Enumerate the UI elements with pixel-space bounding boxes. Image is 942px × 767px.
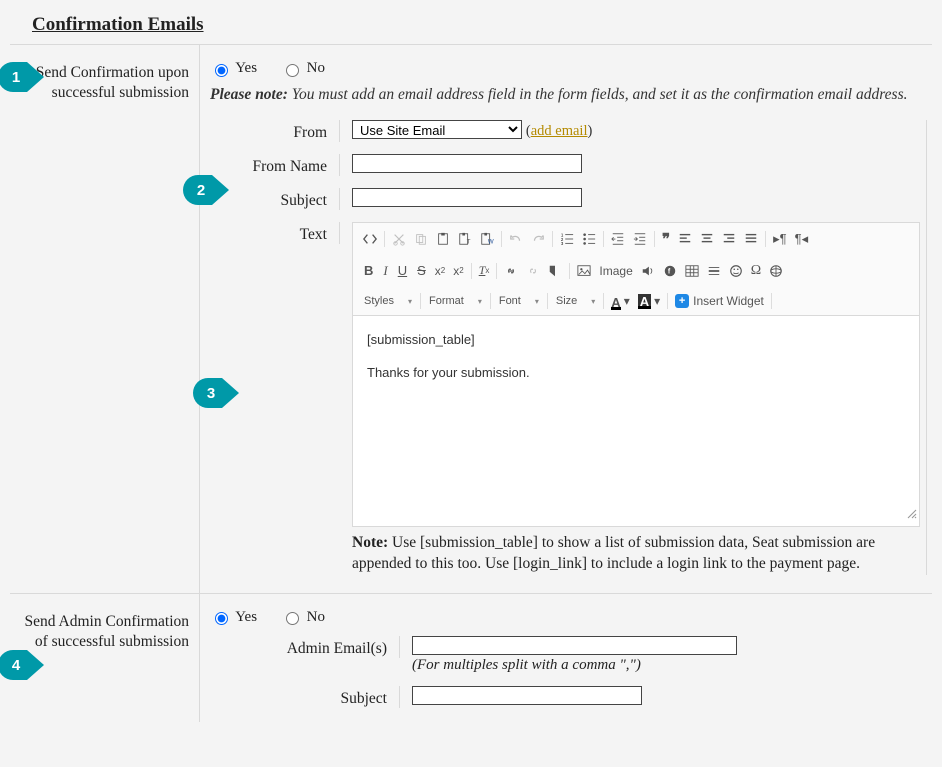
bold-icon[interactable]: B	[359, 261, 378, 280]
iframe-icon[interactable]	[765, 261, 787, 281]
image-icon[interactable]	[573, 261, 595, 281]
align-center-icon[interactable]	[696, 229, 718, 249]
format-dropdown[interactable]: Format▾	[424, 292, 487, 310]
hr-icon[interactable]	[703, 261, 725, 281]
send-conf-no-radio[interactable]	[286, 64, 299, 77]
align-justify-icon[interactable]	[740, 229, 762, 249]
callout-1: 1	[0, 62, 44, 92]
insert-widget-button[interactable]: +Insert Widget	[671, 292, 768, 310]
add-email-link[interactable]: add email	[531, 123, 588, 139]
admin-conf-no-label[interactable]: No	[281, 609, 325, 625]
remove-format-icon[interactable]: Tx	[475, 260, 494, 281]
admin-conf-yes-radio[interactable]	[215, 612, 228, 625]
admin-conf-no-radio[interactable]	[286, 612, 299, 625]
italic-icon[interactable]: I	[378, 261, 392, 281]
special-char-icon[interactable]: Ω	[747, 260, 765, 282]
section-title: Confirmation Emails	[10, 10, 932, 45]
resize-handle-icon[interactable]	[353, 506, 919, 526]
admin-subject-input[interactable]	[412, 686, 642, 705]
anchor-icon[interactable]	[544, 261, 566, 281]
subject-input[interactable]	[352, 188, 582, 207]
flash-icon[interactable]: f	[659, 261, 681, 281]
image-label[interactable]: Image	[595, 261, 636, 281]
send-conf-yes-label[interactable]: Yes	[210, 60, 257, 76]
ltr-icon[interactable]: ▸¶	[769, 228, 791, 250]
outdent-icon[interactable]	[607, 229, 629, 249]
admin-conf-yes-label[interactable]: Yes	[210, 609, 257, 625]
rich-text-editor: T W 123	[352, 222, 920, 527]
redo-icon[interactable]	[527, 229, 549, 249]
copy-icon[interactable]	[410, 229, 432, 249]
size-dropdown[interactable]: Size▾	[551, 292, 600, 310]
admin-emails-hint: (For multiples split with a comma ",")	[412, 657, 924, 674]
admin-subject-label: Subject	[210, 686, 400, 708]
admin-emails-label: Admin Email(s)	[210, 636, 400, 658]
cut-icon[interactable]	[388, 229, 410, 249]
subject-label: Subject	[210, 188, 340, 210]
rtl-icon[interactable]: ¶◂	[791, 228, 813, 250]
callout-4: 4	[0, 650, 44, 680]
align-right-icon[interactable]	[718, 229, 740, 249]
superscript-icon[interactable]: x2	[449, 261, 467, 281]
font-dropdown[interactable]: Font▾	[494, 292, 544, 310]
svg-text:W: W	[488, 239, 494, 246]
svg-text:3: 3	[561, 242, 564, 247]
send-conf-yes-radio[interactable]	[215, 64, 228, 77]
table-icon[interactable]	[681, 261, 703, 281]
paste-word-icon[interactable]: W	[476, 229, 498, 249]
send-conf-no-label[interactable]: No	[281, 60, 325, 76]
send-conf-note: Please note: You must add an email addre…	[210, 85, 927, 106]
numbered-list-icon[interactable]: 123	[556, 229, 578, 249]
bullet-list-icon[interactable]	[578, 229, 600, 249]
admin-emails-input[interactable]	[412, 636, 737, 655]
undo-icon[interactable]	[505, 229, 527, 249]
blockquote-icon[interactable]: ❞	[658, 227, 674, 252]
paste-icon[interactable]	[432, 229, 454, 249]
underline-icon[interactable]: U	[393, 261, 412, 280]
from-label: From	[210, 120, 340, 142]
send-confirmation-label: Send Confirmation upon successful submis…	[10, 45, 200, 593]
align-left-icon[interactable]	[674, 229, 696, 249]
editor-toolbar: T W 123	[353, 223, 919, 316]
smiley-icon[interactable]	[725, 261, 747, 281]
strike-icon[interactable]: S	[412, 261, 431, 280]
text-label: Text	[210, 222, 340, 244]
audio-icon[interactable]	[637, 261, 659, 281]
from-name-label: From Name	[210, 154, 340, 176]
editor-note: Note: Use [submission_table] to show a l…	[352, 533, 920, 575]
indent-icon[interactable]	[629, 229, 651, 249]
subscript-icon[interactable]: x2	[431, 261, 449, 281]
styles-dropdown[interactable]: Styles▾	[359, 292, 417, 310]
callout-3: 3	[193, 378, 239, 408]
text-color-icon[interactable]: A▾	[607, 290, 633, 313]
from-name-input[interactable]	[352, 154, 582, 173]
svg-text:T: T	[467, 239, 471, 246]
paste-text-icon[interactable]: T	[454, 229, 476, 249]
editor-body[interactable]: [submission_table] Thanks for your submi…	[353, 316, 919, 506]
unlink-icon[interactable]	[522, 261, 544, 281]
bg-color-icon[interactable]: A▾	[634, 291, 664, 312]
from-select[interactable]: Use Site Email	[352, 120, 522, 139]
link-icon[interactable]	[500, 261, 522, 281]
callout-2: 2	[183, 175, 229, 205]
source-icon[interactable]	[359, 229, 381, 249]
